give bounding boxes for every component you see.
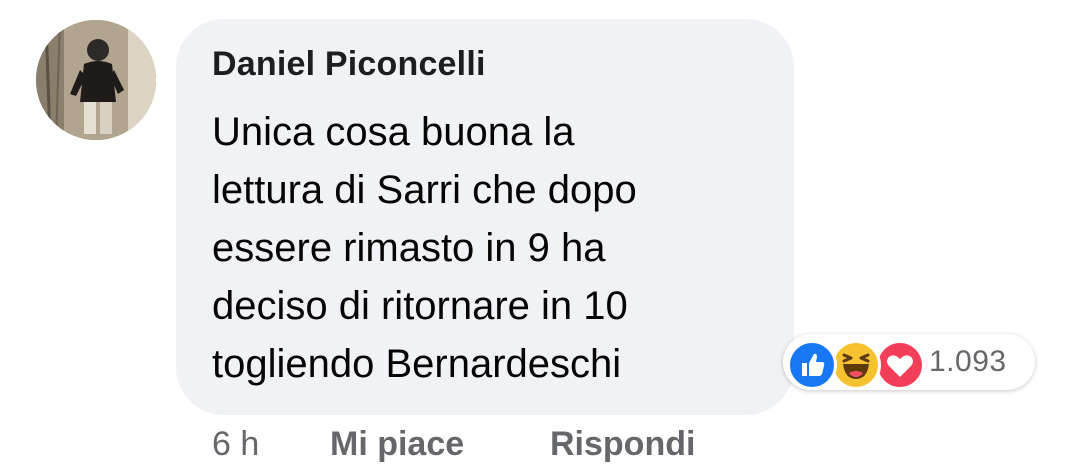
comment-author[interactable]: Daniel Piconcelli bbox=[212, 45, 486, 84]
comment-text-line: deciso di ritornare in 10 bbox=[212, 284, 628, 328]
comment-text-line: lettura di Sarri che dopo bbox=[212, 168, 637, 212]
love-icon bbox=[875, 340, 925, 390]
reaction-count: 1.093 bbox=[929, 345, 1007, 378]
comment-text-line: togliendo Bernardeschi bbox=[212, 342, 622, 386]
reply-button[interactable]: Rispondi bbox=[550, 425, 695, 464]
comment-thread: Daniel Piconcelli Unica cosa buona la le… bbox=[0, 0, 1080, 476]
avatar[interactable] bbox=[36, 20, 156, 140]
avatar-photo bbox=[36, 20, 156, 140]
haha-icon bbox=[831, 340, 881, 390]
comment-text: Unica cosa buona la lettura di Sarri che… bbox=[212, 103, 772, 393]
comment-text-line: Unica cosa buona la bbox=[212, 110, 575, 154]
comment-timestamp[interactable]: 6 h bbox=[212, 425, 259, 464]
reactions-summary[interactable]: 1.093 bbox=[783, 334, 1035, 390]
comment-bubble: Daniel Piconcelli Unica cosa buona la le… bbox=[176, 19, 794, 415]
comment-text-line: essere rimasto in 9 ha bbox=[212, 226, 606, 270]
like-icon bbox=[787, 340, 837, 390]
like-button[interactable]: Mi piace bbox=[330, 425, 464, 464]
